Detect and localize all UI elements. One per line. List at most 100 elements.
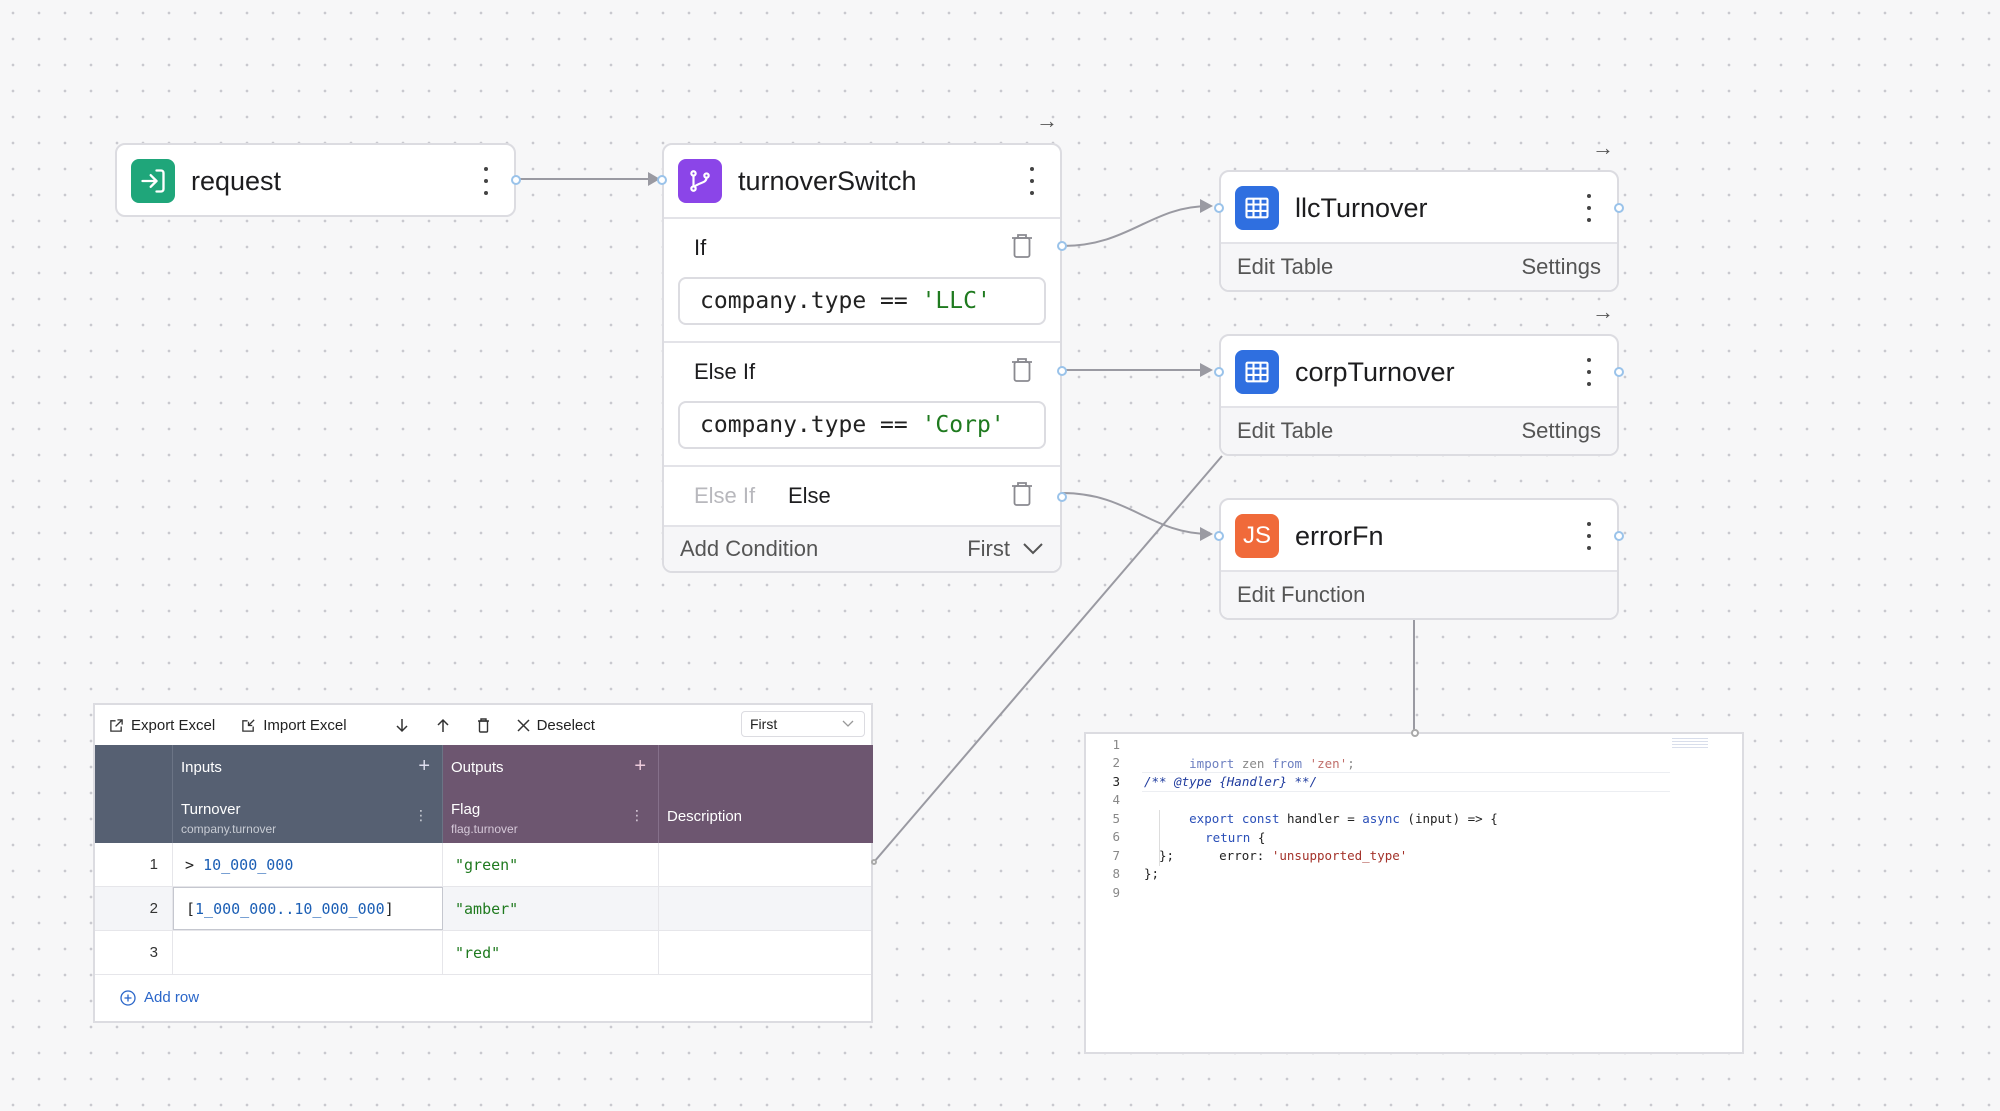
arrow-up-icon — [437, 718, 449, 732]
description-cell[interactable] — [659, 843, 873, 886]
export-icon — [110, 718, 123, 732]
trash-icon[interactable] — [1010, 233, 1034, 259]
editor-input-handle — [1411, 729, 1419, 737]
close-icon — [517, 718, 530, 732]
flag-cell[interactable]: "amber" — [443, 887, 659, 930]
else-label: Else — [788, 483, 831, 508]
more-icon[interactable] — [1585, 358, 1593, 386]
add-condition-button[interactable]: Add Condition — [680, 536, 818, 562]
node-title: errorFn — [1295, 520, 1384, 551]
arrowhead — [1200, 199, 1213, 213]
table-toolbar: Export Excel Import Excel Deselect First — [95, 705, 871, 745]
node-title: turnoverSwitch — [738, 165, 917, 196]
arrow-down-icon — [396, 718, 408, 732]
edge-else-to-error — [1061, 492, 1211, 535]
condition-handle[interactable] — [1057, 492, 1067, 502]
condition-label: If — [694, 235, 707, 260]
condition-handle[interactable] — [1057, 241, 1067, 251]
column-header-flag[interactable]: Flag flag.turnover ⋮ — [443, 789, 659, 843]
description-cell[interactable] — [659, 931, 873, 974]
turnover-cell[interactable] — [173, 931, 443, 974]
arrowhead — [1200, 363, 1213, 377]
header-corner — [95, 789, 173, 843]
description-group-header — [659, 745, 873, 789]
more-icon[interactable] — [482, 167, 490, 195]
output-handle[interactable] — [1614, 367, 1624, 377]
condition-expression-input[interactable]: company.type == 'LLC' — [678, 277, 1046, 325]
trash-icon — [477, 717, 489, 733]
condition-else: Else If Else — [664, 465, 1067, 527]
column-menu-icon[interactable]: ⋮ — [414, 807, 428, 824]
add-input-icon[interactable]: + — [418, 755, 430, 778]
request-node[interactable]: request — [115, 143, 521, 217]
condition-if: If company.type == 'LLC' — [664, 217, 1067, 343]
output-handle[interactable] — [1614, 531, 1624, 541]
inputs-group-header: Inputs + — [173, 745, 443, 789]
add-row-button[interactable]: Add row — [120, 989, 199, 1006]
add-output-icon[interactable]: + — [634, 755, 646, 778]
node-title: request — [191, 165, 282, 196]
move-up-button[interactable] — [436, 718, 457, 733]
flag-cell[interactable]: "red" — [443, 931, 659, 974]
node-footer: Edit Function — [1221, 570, 1617, 618]
arrow-right-icon: → — [1592, 135, 1614, 160]
import-excel-button[interactable]: Import Excel — [241, 717, 347, 734]
switch-node[interactable]: turnoverSwitch If company.type == 'LLC' … — [657, 143, 1067, 573]
import-icon — [242, 718, 255, 732]
condition-handle[interactable] — [1057, 366, 1067, 376]
deselect-button[interactable]: Deselect — [517, 717, 595, 734]
input-handle[interactable] — [1214, 531, 1224, 541]
table-row[interactable]: 3 "red" — [95, 931, 871, 975]
column-header-description[interactable]: Description — [659, 789, 873, 843]
table-link-handle — [871, 859, 877, 865]
node-footer: Edit Table Settings — [1221, 406, 1617, 454]
edge-if-to-llc — [1061, 205, 1211, 247]
trash-icon[interactable] — [1010, 357, 1034, 383]
output-handle[interactable] — [1614, 203, 1624, 213]
node-footer: Edit Table Settings — [1221, 242, 1617, 290]
decision-table-panel: Export Excel Import Excel Deselect First… — [93, 703, 877, 1023]
description-cell[interactable] — [659, 887, 873, 930]
arrow-right-icon: → — [1036, 108, 1058, 133]
input-handle[interactable] — [1214, 367, 1224, 377]
column-menu-icon[interactable]: ⋮ — [630, 807, 644, 824]
settings-button[interactable]: Settings — [1522, 418, 1602, 444]
edit-function-button[interactable]: Edit Function — [1237, 582, 1365, 608]
outputs-group-header: Outputs + — [443, 745, 659, 789]
more-icon[interactable] — [1028, 167, 1036, 195]
error-fn-node[interactable]: JS errorFn Edit Function — [1214, 498, 1624, 620]
table-row[interactable]: 2 [1_000_000..10_000_000] "amber" — [95, 887, 871, 931]
arrow-right-icon: → — [1592, 299, 1614, 324]
trash-icon[interactable] — [1010, 481, 1034, 507]
llc-turnover-node[interactable]: llcTurnover Edit Table Settings — [1214, 170, 1624, 292]
settings-button[interactable]: Settings — [1522, 254, 1602, 280]
input-handle[interactable] — [657, 175, 667, 185]
chevron-down-icon — [1023, 543, 1043, 555]
input-handle[interactable] — [1214, 203, 1224, 213]
table-row[interactable]: 1 > 10_000_000 "green" — [95, 843, 871, 887]
move-down-button[interactable] — [395, 718, 416, 733]
output-handle[interactable] — [511, 175, 521, 185]
minimap — [1672, 738, 1708, 748]
switch-footer: Add Condition First — [664, 525, 1060, 571]
condition-expression-input[interactable]: company.type == 'Corp' — [678, 401, 1046, 449]
column-header-turnover[interactable]: Turnover company.turnover ⋮ — [173, 789, 443, 843]
code-editor-panel[interactable]: 1 2 3 4 5 6 7 8 9 import zen from 'zen';… — [1084, 729, 1744, 1054]
flag-cell[interactable]: "green" — [443, 843, 659, 886]
hit-policy-select[interactable]: First — [967, 536, 1044, 562]
else-if-placeholder[interactable]: Else If — [694, 483, 755, 509]
delete-row-button[interactable] — [477, 717, 497, 733]
turnover-cell[interactable]: [1_000_000..10_000_000] — [173, 887, 443, 930]
edit-table-button[interactable]: Edit Table — [1237, 254, 1333, 280]
edit-table-button[interactable]: Edit Table — [1237, 418, 1333, 444]
more-icon[interactable] — [1585, 194, 1593, 222]
turnover-cell[interactable]: > 10_000_000 — [173, 843, 443, 886]
condition-else-if: Else If company.type == 'Corp' — [664, 341, 1067, 467]
node-title: corpTurnover — [1295, 356, 1455, 387]
hit-policy-dropdown[interactable]: First — [741, 711, 865, 737]
more-icon[interactable] — [1585, 522, 1593, 550]
header-corner — [95, 745, 173, 789]
branch-icon — [678, 159, 722, 203]
corp-turnover-node[interactable]: corpTurnover Edit Table Settings — [1214, 334, 1624, 456]
export-excel-button[interactable]: Export Excel — [109, 717, 215, 734]
